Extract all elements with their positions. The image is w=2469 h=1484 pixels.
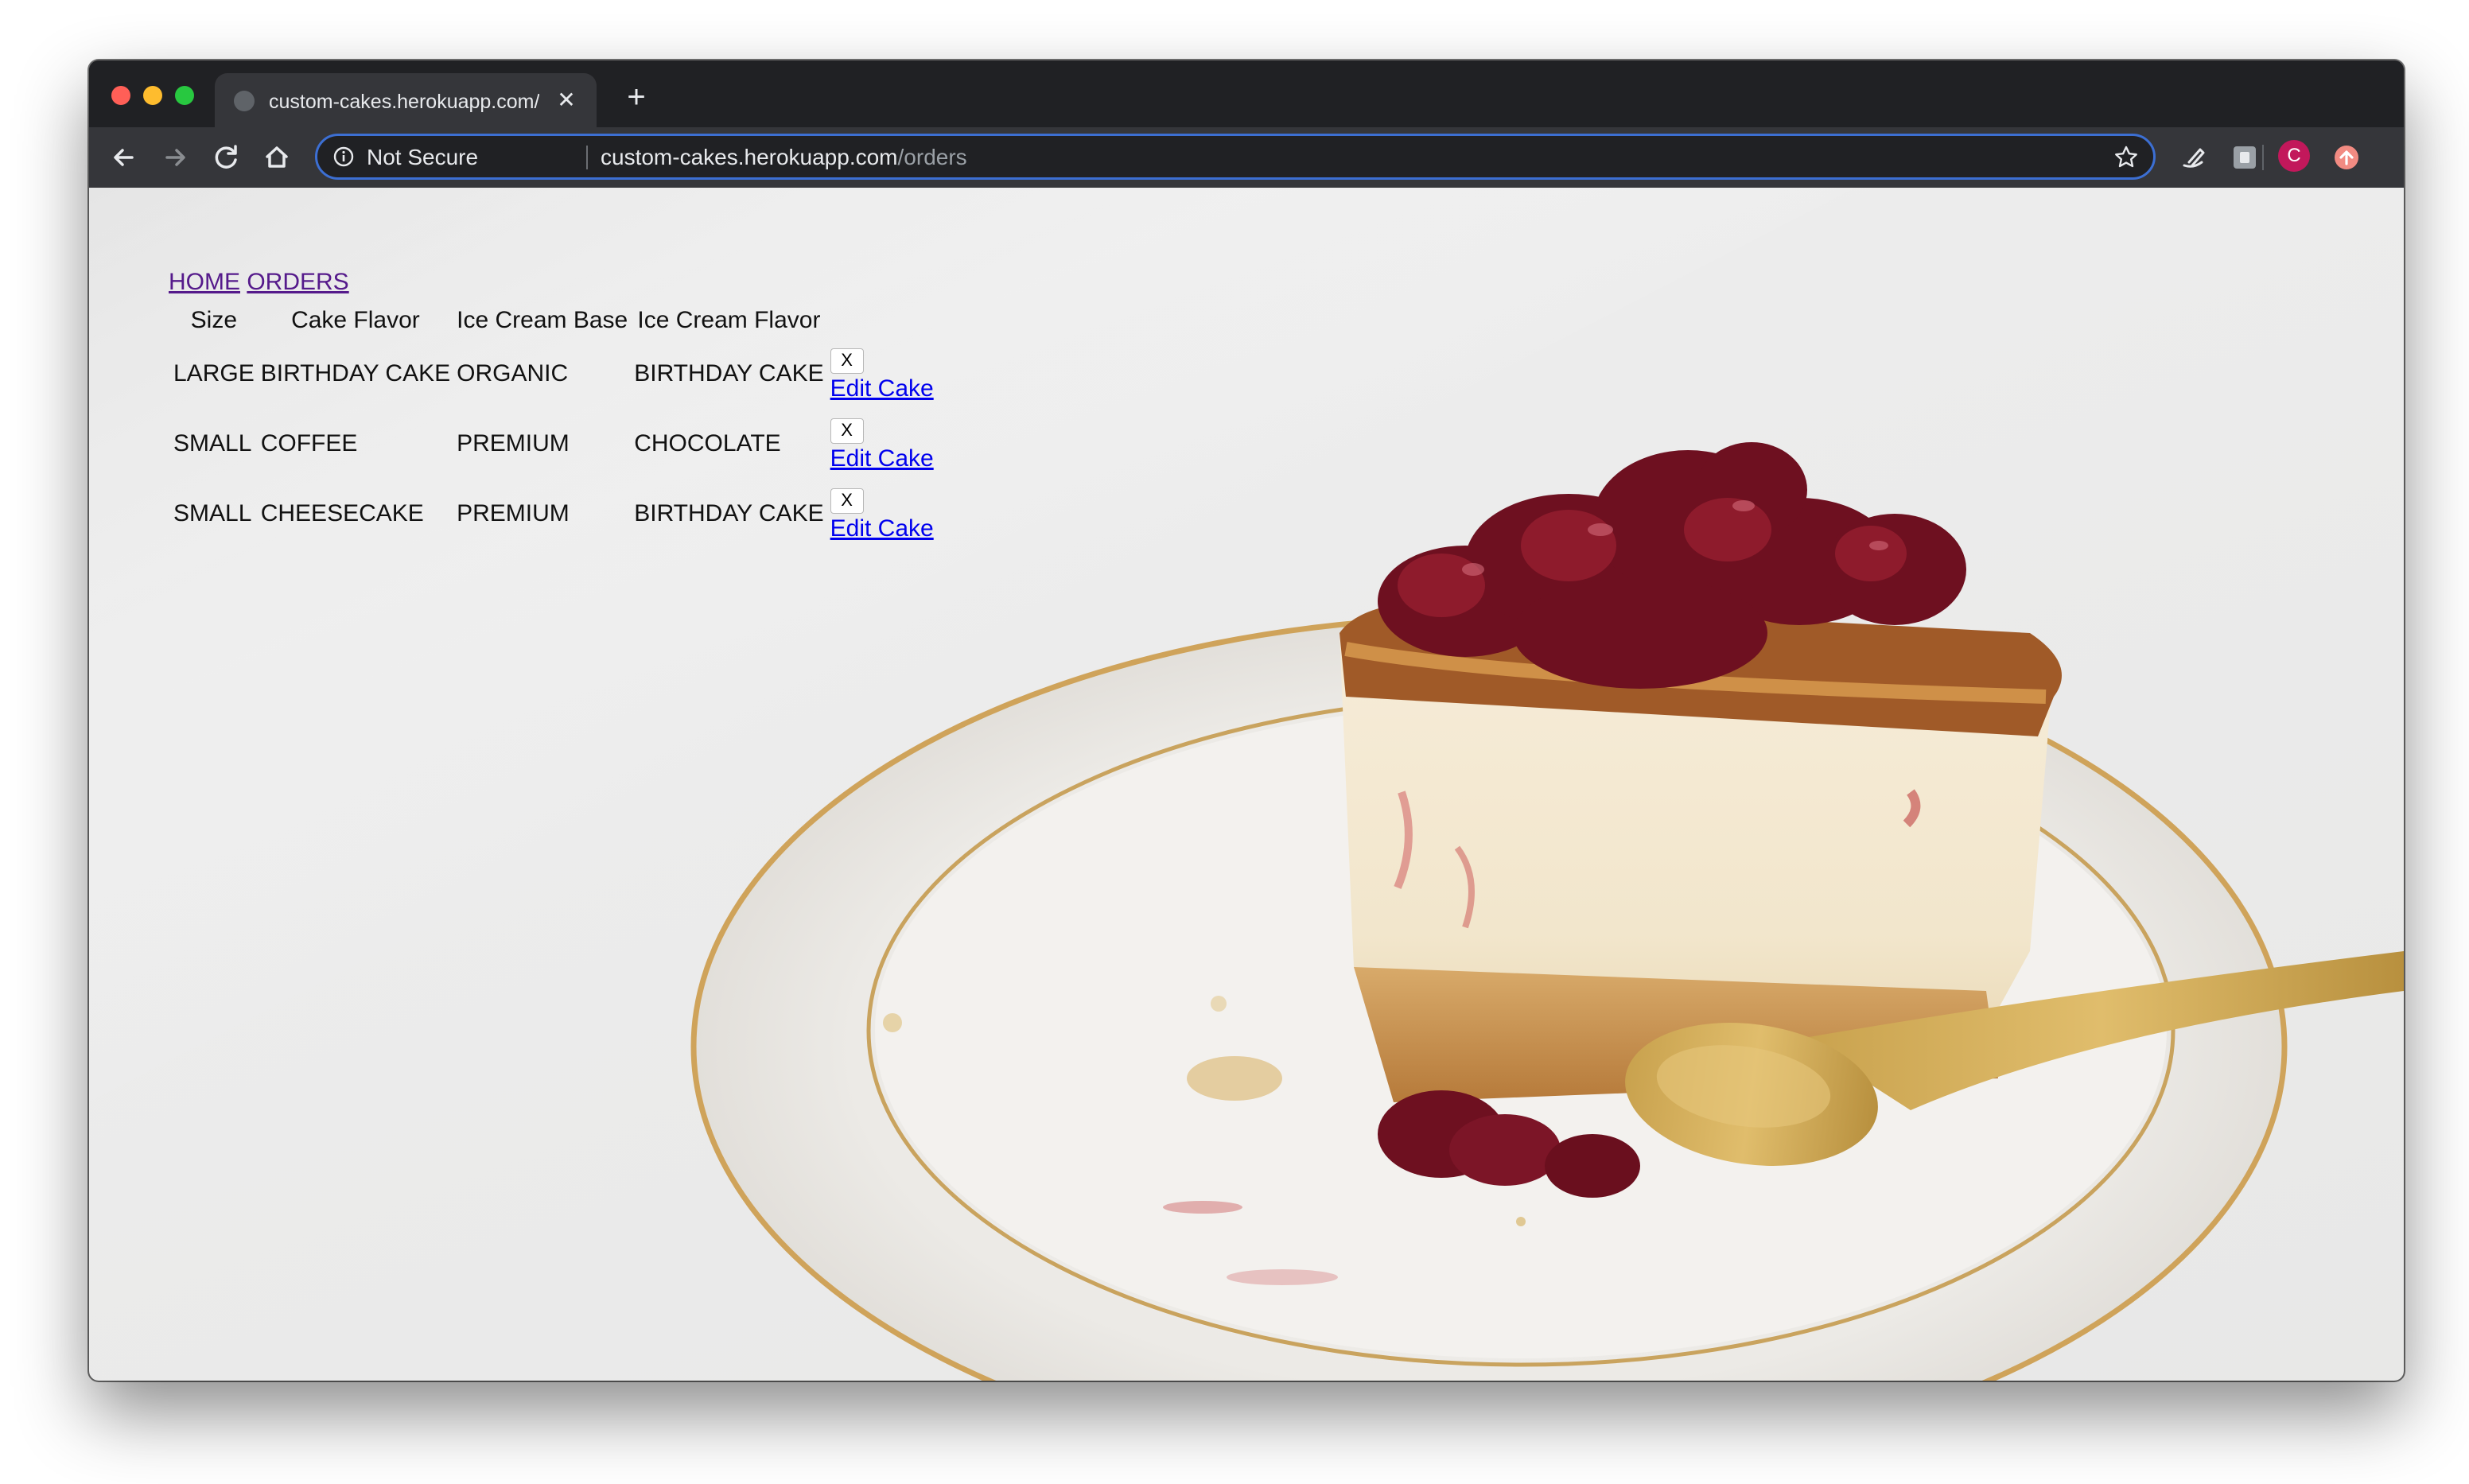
- cell-ice-cream-flavor: CHOCOLATE: [634, 430, 781, 456]
- header-size: Size: [190, 307, 238, 333]
- header-actions: [829, 304, 935, 337]
- home-icon[interactable]: [258, 138, 296, 177]
- cell-actions: X Edit Cake: [829, 340, 935, 407]
- browser-window: custom-cakes.herokuapp.com/ ✕ + Not Secu…: [89, 60, 2404, 1381]
- delete-order-button[interactable]: X: [830, 418, 864, 444]
- nav-home-link[interactable]: HOME: [169, 269, 240, 295]
- cell-cake-flavor: CHEESECAKE: [260, 500, 424, 526]
- orders-table: Size Cake Flavor Ice Cream Base Ice Crea…: [169, 301, 939, 550]
- cell-size: LARGE: [173, 360, 255, 387]
- reload-icon[interactable]: [207, 138, 245, 177]
- new-tab-button[interactable]: +: [617, 78, 655, 116]
- nav-orders-link[interactable]: ORDERS: [247, 269, 348, 295]
- table-row: SMALL CHEESECAKE PREMIUM BIRTHDAY CAKE X…: [172, 480, 935, 547]
- delete-order-button[interactable]: X: [830, 488, 864, 514]
- site-nav: HOME ORDERS: [169, 269, 349, 296]
- cell-cake-flavor: BIRTHDAY CAKE: [260, 360, 451, 387]
- extension-pen-icon[interactable]: [2178, 142, 2210, 173]
- browser-toolbar: Not Secure custom-cakes.herokuapp.com/or…: [89, 127, 2404, 188]
- tab-strip: custom-cakes.herokuapp.com/ ✕ +: [89, 60, 2404, 127]
- back-icon[interactable]: [105, 138, 143, 177]
- url-text[interactable]: custom-cakes.herokuapp.com/orders: [601, 144, 967, 171]
- header-ice-cream-base: Ice Cream Base: [457, 307, 628, 333]
- toolbar-divider: [2262, 145, 2264, 170]
- cell-size: SMALL: [173, 500, 252, 526]
- address-bar[interactable]: Not Secure custom-cakes.herokuapp.com/or…: [315, 134, 2156, 180]
- header-ice-cream-flavor: Ice Cream Flavor: [637, 307, 821, 333]
- maximize-window-button[interactable]: [175, 86, 194, 105]
- url-path: /orders: [897, 145, 967, 169]
- cell-ice-cream-base: ORGANIC: [457, 360, 569, 387]
- security-status[interactable]: Not Secure: [367, 144, 478, 171]
- cell-actions: X Edit Cake: [829, 480, 935, 547]
- close-tab-icon[interactable]: ✕: [552, 86, 581, 115]
- bookmark-star-icon[interactable]: [2113, 145, 2139, 170]
- cell-actions: X Edit Cake: [829, 410, 935, 477]
- minimize-window-button[interactable]: [143, 86, 162, 105]
- edit-cake-link[interactable]: Edit Cake: [830, 374, 934, 404]
- profile-avatar[interactable]: C: [2278, 140, 2310, 172]
- cell-cake-flavor: COFFEE: [260, 430, 358, 456]
- page-viewport: HOME ORDERS Size Cake Flavor Ice Cream B…: [89, 188, 2404, 1381]
- close-window-button[interactable]: [111, 86, 130, 105]
- globe-icon: [234, 91, 255, 111]
- address-divider: [586, 146, 588, 169]
- table-row: SMALL COFFEE PREMIUM CHOCOLATE X Edit Ca…: [172, 410, 935, 477]
- update-icon[interactable]: [2331, 142, 2362, 173]
- edit-cake-link[interactable]: Edit Cake: [830, 514, 934, 544]
- cell-size: SMALL: [173, 430, 252, 456]
- header-cake-flavor: Cake Flavor: [291, 307, 420, 333]
- edit-cake-link[interactable]: Edit Cake: [830, 444, 934, 474]
- table-row: LARGE BIRTHDAY CAKE ORGANIC BIRTHDAY CAK…: [172, 340, 935, 407]
- cell-ice-cream-base: PREMIUM: [457, 430, 570, 456]
- tab-title: custom-cakes.herokuapp.com/: [269, 91, 539, 113]
- cell-ice-cream-flavor: BIRTHDAY CAKE: [634, 360, 824, 387]
- delete-order-button[interactable]: X: [830, 348, 864, 374]
- url-host: custom-cakes.herokuapp.com: [601, 145, 898, 169]
- info-icon[interactable]: [333, 146, 354, 167]
- forward-icon[interactable]: [156, 138, 194, 177]
- cell-ice-cream-flavor: BIRTHDAY CAKE: [634, 500, 824, 526]
- extension-puzzle-icon[interactable]: [2229, 142, 2261, 173]
- tab-orders[interactable]: custom-cakes.herokuapp.com/ ✕: [215, 73, 597, 127]
- table-header-row: Size Cake Flavor Ice Cream Base Ice Crea…: [172, 304, 935, 337]
- cell-ice-cream-base: PREMIUM: [457, 500, 570, 526]
